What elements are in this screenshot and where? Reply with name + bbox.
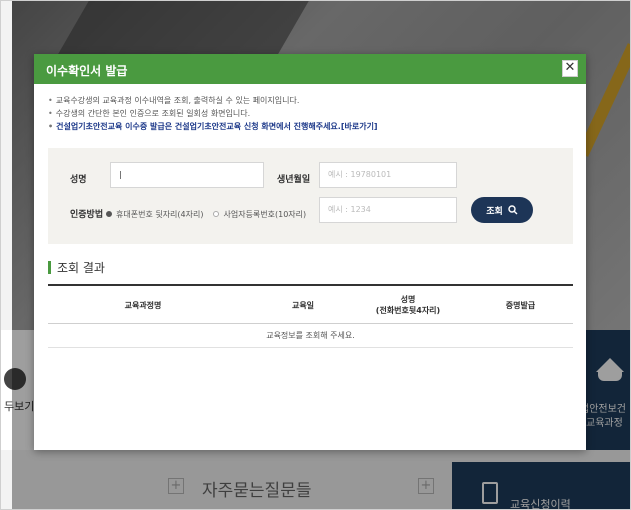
notice-list: • 교육수강생의 교육과정 이수내역을 조회, 출력하실 수 있는 페이지입니다.… — [48, 94, 578, 133]
radio-business[interactable]: 사업자등록번호(10자리) — [213, 209, 306, 220]
name-label: 성명 — [70, 175, 87, 185]
search-button[interactable]: 조회 — [471, 197, 533, 223]
column-certificate: 증명발급 — [505, 300, 536, 310]
search-form-panel: 성명 | 생년월일 예시 : 19780101 인증방법 휴대폰번호 뒷자리(4… — [48, 148, 573, 244]
results-heading: 조회 결과 — [48, 259, 105, 276]
auth-method-radio-group: 휴대폰번호 뒷자리(4자리) 사업자등록번호(10자리) — [106, 206, 316, 222]
notice-item: • 수강생의 간단한 본인 인증으로 조회된 일회성 화면입니다. — [48, 109, 251, 118]
column-name-phone: 성명 (전화번호뒷4자리) — [375, 295, 441, 315]
birth-label: 생년월일 — [277, 175, 311, 185]
results-table-body: 교육정보를 조회해 주세요. — [48, 324, 573, 348]
radio-phone[interactable]: 휴대폰번호 뒷자리(4자리) — [106, 209, 203, 220]
certificate-modal: 이수확인서 발급 ✕ • 교육수강생의 교육과정 이수내역을 조회, 출력하실 수… — [34, 54, 586, 450]
radio-selected-icon — [106, 211, 112, 217]
results-title: 조회 결과 — [57, 261, 105, 275]
notice-item: • 교육수강생의 교육과정 이수내역을 조회, 출력하실 수 있는 페이지입니다. — [48, 96, 300, 105]
auth-method-label: 인증방법 — [70, 210, 104, 220]
results-table: 교육과정명 교육일 성명 (전화번호뒷4자리) 증명발급 교육정보를 조회해 주… — [48, 284, 573, 348]
birthdate-input[interactable]: 예시 : 19780101 — [319, 162, 457, 188]
name-input[interactable]: | — [110, 162, 264, 188]
modal-header: 이수확인서 발급 ✕ — [34, 54, 586, 84]
close-icon[interactable]: ✕ — [562, 60, 578, 77]
radio-business-label: 사업자등록번호(10자리) — [223, 209, 307, 219]
results-heading-bar — [48, 261, 51, 274]
empty-result-message: 교육정보를 조회해 주세요. — [266, 331, 355, 340]
modal-title: 이수확인서 발급 — [46, 64, 128, 78]
radio-unselected-icon — [213, 211, 220, 217]
results-table-header: 교육과정명 교육일 성명 (전화번호뒷4자리) 증명발급 — [48, 284, 573, 324]
search-icon — [508, 205, 518, 215]
search-button-label: 조회 — [486, 206, 503, 217]
radio-phone-label: 휴대폰번호 뒷자리(4자리) — [116, 209, 204, 219]
column-course-name: 교육과정명 — [124, 300, 162, 310]
notice-link-item[interactable]: • 건설업기초안전교육 이수증 발급은 건설업기초안전교육 신청 화면에서 진행해… — [48, 120, 578, 133]
auth-number-input[interactable]: 예시 : 1234 — [319, 197, 457, 223]
